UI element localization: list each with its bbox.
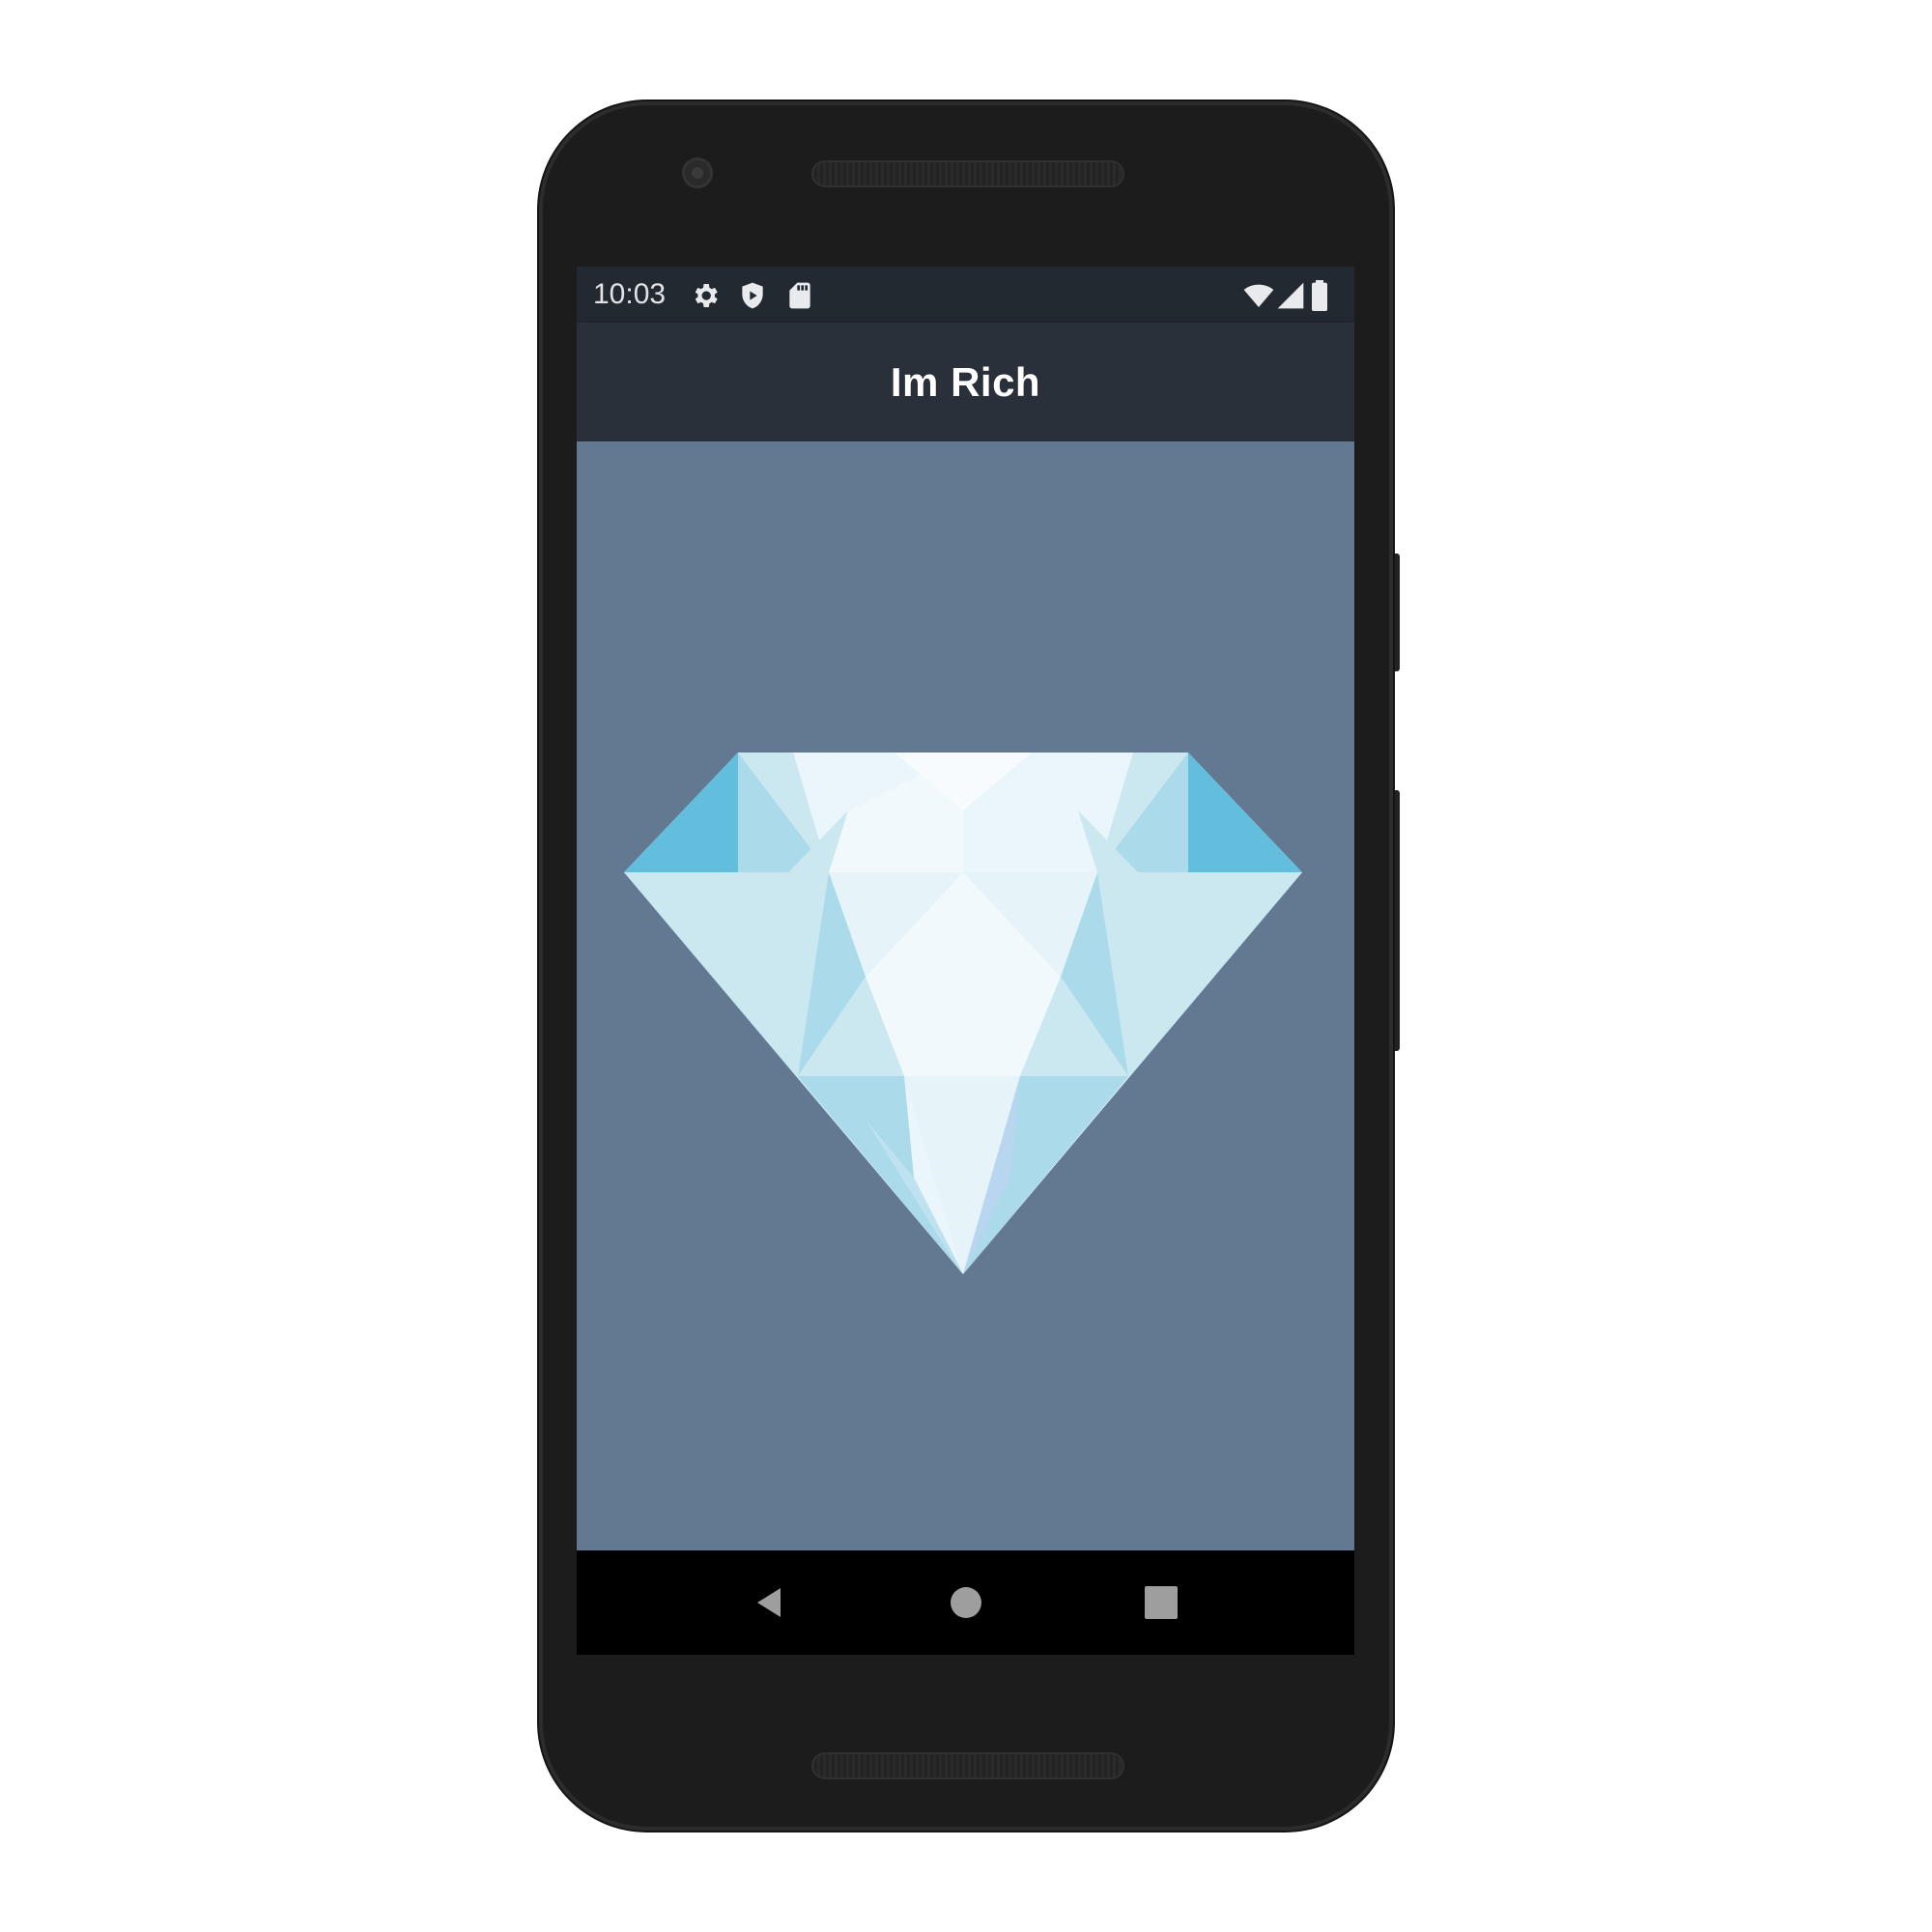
status-time: 10:03 [593, 278, 667, 310]
recents-square-icon [1145, 1586, 1178, 1619]
earpiece-speaker [811, 160, 1124, 187]
app-title: Im Rich [890, 359, 1041, 405]
battery-icon [1307, 280, 1332, 311]
sd-card-icon [784, 280, 815, 311]
shield-play-icon [737, 280, 768, 311]
app-toolbar: Im Rich [577, 323, 1354, 441]
device-mockup: 10:03 Im Rich [0, 0, 1932, 1932]
bottom-speaker [811, 1752, 1124, 1779]
content-area [577, 441, 1354, 1550]
back-button[interactable] [749, 1579, 795, 1626]
wifi-icon [1243, 280, 1274, 311]
back-triangle-icon [757, 1588, 781, 1617]
home-circle-icon [951, 1587, 981, 1618]
gear-icon [690, 280, 721, 311]
cell-signal-icon [1275, 280, 1306, 311]
home-button[interactable] [943, 1579, 989, 1626]
front-camera [682, 157, 713, 188]
status-bar: 10:03 [577, 267, 1354, 323]
phone-screen: 10:03 Im Rich [577, 267, 1354, 1655]
recents-button[interactable] [1138, 1579, 1184, 1626]
navigation-bar [577, 1550, 1354, 1655]
diamond-image [624, 753, 1302, 1274]
